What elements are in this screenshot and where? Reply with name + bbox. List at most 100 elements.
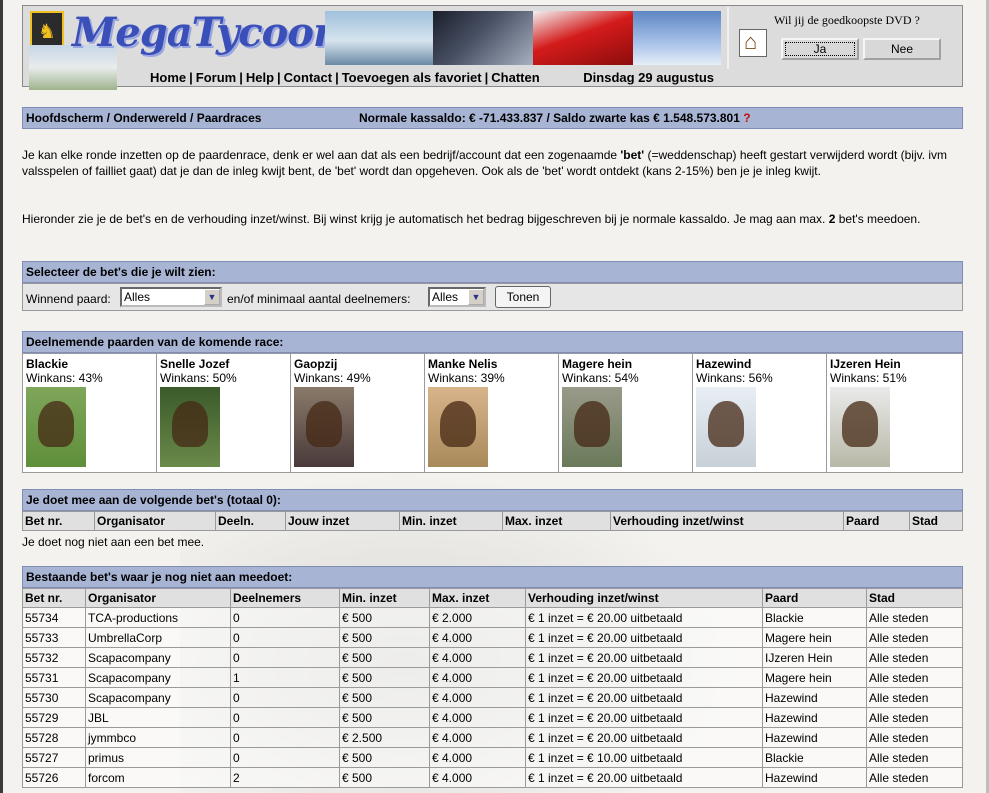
bet-number-link[interactable]: 55726 (22, 767, 86, 788)
chevron-down-icon: ▼ (468, 289, 484, 305)
horse-win-chance: Winkans: 43% (26, 371, 103, 385)
window-frame-left (0, 0, 3, 793)
min-participants-label: en/of minimaal aantal deelnemers: (227, 292, 411, 306)
show-button[interactable]: Tonen (495, 286, 551, 308)
table-row[interactable]: 55726 forcom 2 € 500 € 4.000 € 1 inzet = € 20… (22, 767, 963, 788)
dvd-promo: Wil jij de goedkoopste DVD ? Ja Nee (727, 7, 961, 69)
horse-win-chance: Winkans: 49% (294, 371, 371, 385)
red-car-image (533, 11, 633, 65)
my-bets-table: Bet nr. Organisator Deeln. Jouw inzet Mi… (22, 511, 963, 531)
jet-image (633, 11, 721, 65)
existing-bets-section-title: Bestaande bet's waar je nog niet aan mee… (22, 566, 963, 588)
col-ratio[interactable]: Verhouding inzet/winst (525, 588, 763, 608)
bet-number-link[interactable]: 55729 (22, 707, 86, 728)
col-max-stake[interactable]: Max. inzet (502, 511, 611, 531)
horse-name: Blackie (26, 357, 69, 371)
nav-home[interactable]: Home (150, 70, 186, 85)
table-row[interactable]: 55732 Scapacompany 0 € 500 € 4.000 € 1 inzet … (22, 647, 963, 668)
horse-name: Gaopzij (294, 357, 338, 371)
horse-photo (696, 387, 756, 467)
table-row[interactable]: 55728 jymmbco 0 € 2.500 € 4.000 € 1 inzet = €… (22, 727, 963, 748)
col-your-stake[interactable]: Jouw inzet (285, 511, 400, 531)
table-row[interactable]: 55729 JBL 0 € 500 € 4.000 € 1 inzet = € 20.00… (22, 707, 963, 728)
horse-photo (160, 387, 220, 467)
help-question-icon[interactable]: ? (743, 111, 750, 125)
intro-paragraph-1: Je kan elke ronde inzetten op de paarden… (22, 148, 948, 178)
header-photo-strip (325, 11, 721, 65)
promo-yes-button[interactable]: Ja (781, 38, 859, 60)
col-organizer[interactable]: Organisator (94, 511, 216, 531)
col-min-stake[interactable]: Min. inzet (399, 511, 503, 531)
nav-chat[interactable]: Chatten (491, 70, 539, 85)
black-car-image (433, 11, 533, 65)
col-participants[interactable]: Deelnemers (230, 588, 340, 608)
col-horse[interactable]: Paard (843, 511, 910, 531)
col-bet-nr[interactable]: Bet nr. (22, 588, 86, 608)
bet-number-link[interactable]: 55734 (22, 607, 86, 628)
yacht-image (325, 11, 433, 65)
site-logo[interactable]: MegaTycoon.nl (27, 9, 397, 90)
nav-contact[interactable]: Contact (284, 70, 332, 85)
horse-card[interactable]: Hazewind Winkans: 56% (693, 354, 827, 472)
horse-photo (26, 387, 86, 467)
bet-number-link[interactable]: 55732 (22, 647, 86, 668)
col-bet-nr[interactable]: Bet nr. (22, 511, 95, 531)
col-max-stake[interactable]: Max. inzet (429, 588, 526, 608)
table-row[interactable]: 55733 UmbrellaCorp 0 € 500 € 4.000 € 1 inzet … (22, 627, 963, 648)
horse-name: Hazewind (696, 357, 752, 371)
chevron-down-icon: ▼ (204, 289, 220, 305)
col-ratio[interactable]: Verhouding inzet/winst (610, 511, 844, 531)
nav-forum[interactable]: Forum (196, 70, 236, 85)
table-row[interactable]: 55730 Scapacompany 0 € 500 € 4.000 € 1 inzet … (22, 687, 963, 708)
horses-section-title: Deelnemende paarden van de komende race: (22, 331, 963, 353)
no-bets-message: Je doet nog niet aan een bet mee. (22, 535, 205, 549)
col-horse[interactable]: Paard (762, 588, 867, 608)
col-city[interactable]: Stad (909, 511, 963, 531)
horse-name: Snelle Jozef (160, 357, 230, 371)
horse-win-chance: Winkans: 39% (428, 371, 505, 385)
horse-card[interactable]: Snelle Jozef Winkans: 50% (157, 354, 291, 472)
bet-number-link[interactable]: 55731 (22, 667, 86, 688)
filter-section-title: Selecteer de bet's die je wilt zien: (22, 261, 963, 283)
table-row[interactable]: 55734 TCA-productions 0 € 500 € 2.000 € 1 inz… (22, 607, 963, 628)
site-header: MegaTycoon.nl Home|Forum|Help|Contact|To… (22, 5, 963, 90)
bet-number-link[interactable]: 55728 (22, 727, 86, 748)
status-bar: Hoofdscherm / Onderwereld / Paardraces N… (22, 107, 963, 129)
horse-win-chance: Winkans: 51% (830, 371, 907, 385)
table-row[interactable]: 55727 primus 0 € 500 € 4.000 € 1 inzet = € 10… (22, 747, 963, 768)
horse-card[interactable]: IJzeren Hein Winkans: 51% (827, 354, 961, 472)
promo-no-button[interactable]: Nee (863, 38, 941, 60)
promo-question: Wil jij de goedkoopste DVD ? (774, 13, 920, 27)
winner-horse-label: Winnend paard: (26, 292, 111, 306)
col-city[interactable]: Stad (866, 588, 963, 608)
horse-card[interactable]: Magere hein Winkans: 54% (559, 354, 693, 472)
cash-balance: Normale kassaldo: € -71.433.837 / Saldo … (359, 111, 751, 125)
breadcrumb: Hoofdscherm / Onderwereld / Paardraces (26, 111, 262, 125)
col-min-stake[interactable]: Min. inzet (339, 588, 430, 608)
horse-win-chance: Winkans: 54% (562, 371, 639, 385)
horse-card[interactable]: Gaopzij Winkans: 49% (291, 354, 425, 472)
horses-panel: Blackie Winkans: 43% Snelle Jozef Winkan… (22, 353, 963, 473)
horse-card[interactable]: Manke Nelis Winkans: 39% (425, 354, 559, 472)
winner-horse-select[interactable]: Alles ▼ (120, 287, 222, 307)
horse-photo (562, 387, 622, 467)
horse-win-chance: Winkans: 56% (696, 371, 773, 385)
nav-help[interactable]: Help (246, 70, 274, 85)
horse-card[interactable]: Blackie Winkans: 43% (23, 354, 157, 472)
intro-paragraph-2: Hieronder zie je de bet's en de verhoudi… (22, 212, 921, 226)
min-participants-select[interactable]: Alles ▼ (428, 287, 486, 307)
house-icon (739, 29, 767, 57)
bet-number-link[interactable]: 55730 (22, 687, 86, 708)
nav-favorite[interactable]: Toevoegen als favoriet (342, 70, 482, 85)
horse-win-chance: Winkans: 50% (160, 371, 237, 385)
horse-photo (830, 387, 890, 467)
bet-number-link[interactable]: 55727 (22, 747, 86, 768)
col-organizer[interactable]: Organisator (85, 588, 231, 608)
col-participants[interactable]: Deeln. (215, 511, 286, 531)
horse-name: IJzeren Hein (830, 357, 901, 371)
horse-photo (294, 387, 354, 467)
bet-number-link[interactable]: 55733 (22, 627, 86, 648)
horse-name: Manke Nelis (428, 357, 498, 371)
my-bets-section-title: Je doet mee aan de volgende bet's (totaa… (22, 489, 963, 511)
table-row[interactable]: 55731 Scapacompany 1 € 500 € 4.000 € 1 inzet … (22, 667, 963, 688)
